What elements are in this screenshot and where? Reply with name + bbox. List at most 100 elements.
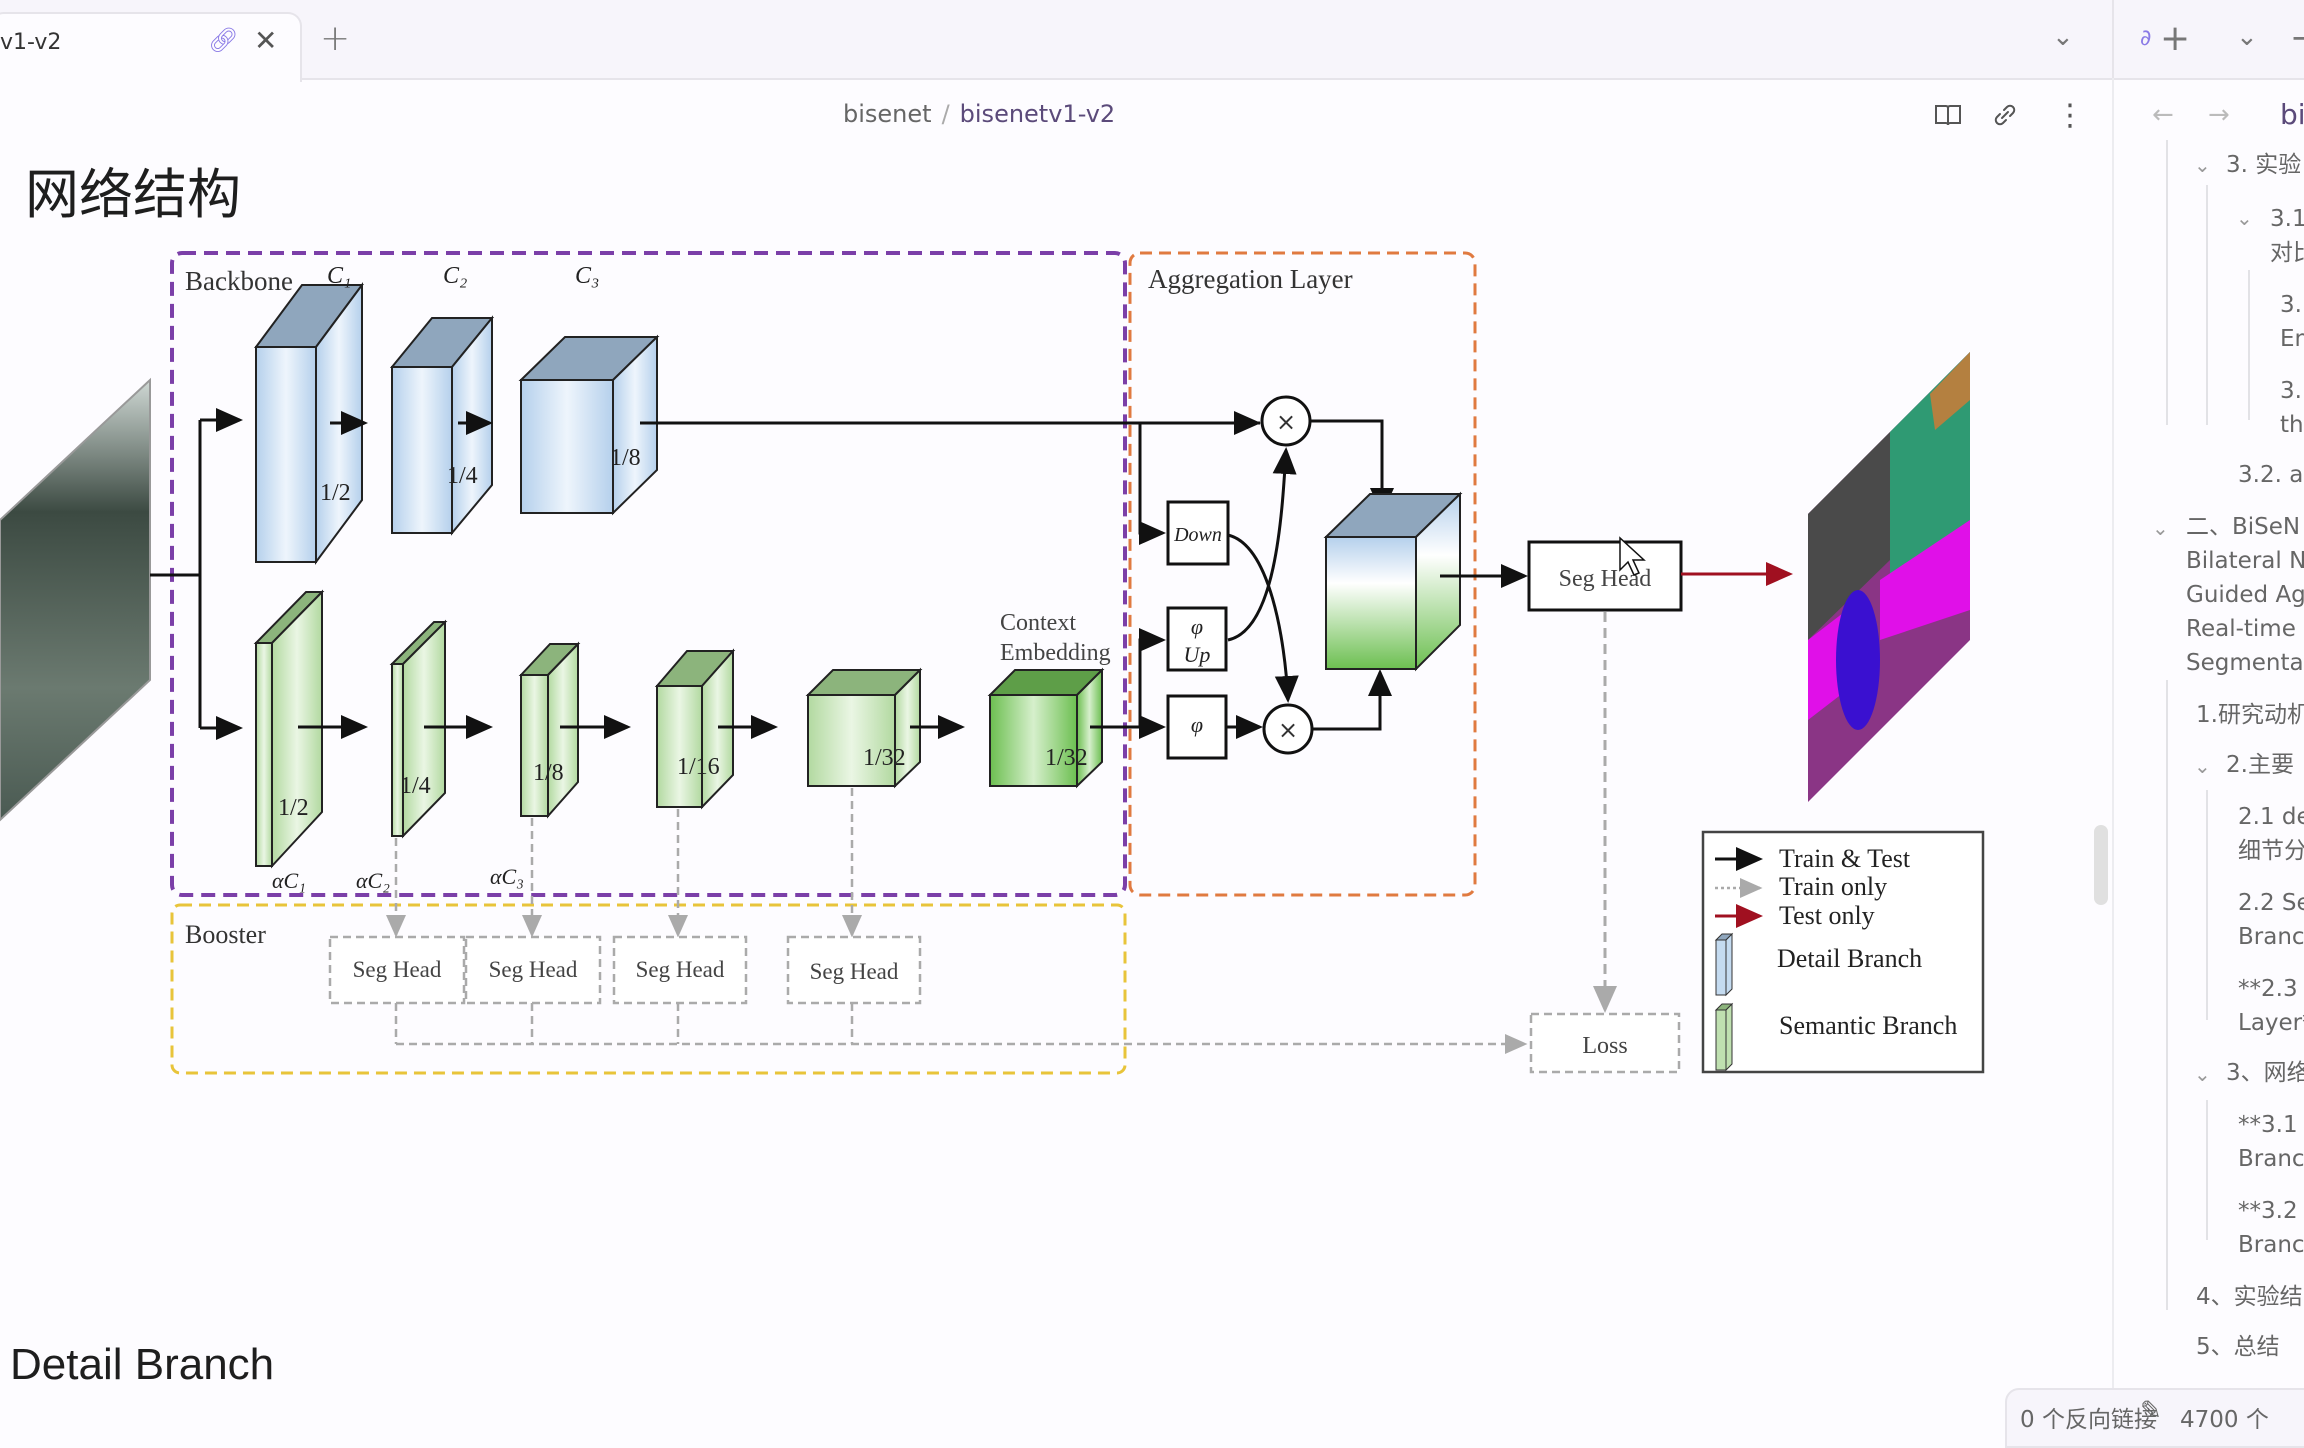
back-arrow-icon[interactable]: ← [2152,100,2174,130]
phi-up-label-2: Up [1184,642,1211,667]
outline-item[interactable]: 3.1 [2280,288,2304,322]
legend-train-only: Train only [1779,872,1887,901]
diagram-shape [391,663,404,837]
tab-title[interactable]: v1-v2 [0,30,61,55]
loss-label: Loss [1582,1033,1627,1059]
outline-item[interactable]: Branc [2238,1142,2304,1176]
multiply-symbol-top: × [1276,408,1296,436]
legend-semantic-branch: Semantic Branch [1779,1011,1957,1040]
outline-item[interactable]: 1.研究动机 [2196,698,2304,732]
outline-item[interactable]: 对比 [2270,236,2304,270]
chevron-down-icon[interactable]: ⌄ [2194,1062,2211,1086]
semantic-channel-2: αC₂ [356,868,390,893]
outline-item[interactable]: 4、实验结 [2196,1280,2303,1314]
outline-item[interactable]: 2.1 de [2238,800,2304,834]
outline-item[interactable]: **3.1 D [2238,1108,2304,1142]
outline-item[interactable]: Real-time [2186,612,2296,646]
chevron-down-icon[interactable]: ⌄ [2236,206,2253,230]
outline-item[interactable]: 3.2. ab [2238,458,2304,492]
outline-guide [2206,790,2208,1020]
backbone-label: Backbone [185,266,293,296]
heading-network-structure: 网络结构 [25,163,241,226]
outline-item[interactable]: **2.3 A [2238,972,2304,1006]
outline-item[interactable]: Segmentat [2186,646,2304,680]
outline-item[interactable]: 细节分 [2238,834,2304,868]
outline-item[interactable]: **3.2 S [2238,1194,2304,1228]
outline-item[interactable]: 5、总结 [2196,1330,2280,1364]
semantic-scale-4: 1/16 [677,754,720,780]
legend-semantic-branch-icon [1714,1002,1734,1072]
diagram-shape [255,642,273,867]
outline-item[interactable]: 3、网络 [2226,1056,2304,1090]
outline-item[interactable]: 3.1 [2280,374,2304,408]
aggregated-feature-block [1323,491,1463,672]
down-label: Down [1173,524,1222,546]
chevron-down-icon[interactable]: ⌄ [2052,22,2074,52]
right-new-tab-button[interactable]: + [2160,18,2190,59]
pencil-icon[interactable]: ✎ [2140,1396,2162,1426]
chevron-down-icon[interactable]: ⌄ [2236,22,2258,52]
chevron-down-icon[interactable]: ⌄ [2152,516,2169,540]
input-image [0,377,151,822]
booster-seg-head-4-label: Seg Head [810,959,899,984]
new-tab-button[interactable]: + [320,18,350,59]
bisenet-architecture-diagram: Backbone Aggregation Layer Booster 1/2 C… [0,251,1985,1075]
booster-seg-head-2-label: Seg Head [489,957,578,982]
legend-test-only: Test only [1779,901,1875,930]
breadcrumb-separator: / [941,100,950,128]
diagram-shape [989,694,1078,787]
link-icon[interactable] [1990,100,2020,137]
semantic-scale-1: 1/2 [278,795,309,821]
forward-arrow-icon[interactable]: → [2208,100,2230,130]
outline-item[interactable]: th [2280,408,2304,442]
chevron-down-icon[interactable]: ⌄ [2194,754,2211,778]
booster-label: Booster [185,920,266,949]
outline-item[interactable]: Bilateral N [2186,544,2304,578]
outline-item[interactable]: Guided Ag [2186,578,2304,612]
diagram-shape [1836,590,1880,730]
outline-item[interactable]: Branc [2238,1228,2304,1262]
breadcrumb-current[interactable]: bisenetv1-v2 [960,100,1116,128]
semantic-scale-5: 1/32 [863,745,906,771]
outline-guide [2206,1100,2208,1240]
diagram-shape [520,674,549,817]
detail-scale-1: 1/2 [320,480,351,506]
main-scrollbar[interactable] [2094,825,2108,905]
context-scale: 1/32 [1045,745,1088,771]
pane-divider[interactable] [2112,78,2114,1440]
diagram-shape [520,379,614,514]
outline-item[interactable]: En [2280,322,2304,356]
semantic-block-1 [253,589,325,869]
close-icon[interactable]: ✕ [254,24,277,57]
outline-item[interactable]: 2.主要 [2226,748,2294,782]
link-icon[interactable]: ∂ [2140,26,2151,51]
legend-train-test: Train & Test [1779,844,1911,873]
legend-detail-branch-icon [1714,932,1734,997]
diagram-shape [1725,932,1733,997]
more-vertical-icon[interactable]: ⋮ [2055,98,2085,133]
phi-up-label-1: φ [1191,614,1203,639]
connector-arrow [1312,669,1392,731]
connector-arrow [1138,628,1166,727]
detail-block-3 [518,334,660,516]
outline-item[interactable]: 3.1 [2270,202,2304,236]
chevron-down-icon[interactable]: ⌄ [2194,153,2211,177]
book-open-icon[interactable] [1933,100,1963,137]
backlinks-count[interactable]: 0 个反向链接 [2020,1400,2157,1434]
outline-item[interactable]: 二、BiSeN [2186,510,2300,544]
outline-item[interactable]: 2.2 Se [2238,886,2304,920]
outline-guide [2206,185,2208,425]
legend-detail-branch: Detail Branch [1777,944,1922,973]
outline-item[interactable]: 3. 实验 [2226,148,2301,182]
diagram-shape [1715,939,1727,996]
outline-item[interactable]: Layer* [2238,1006,2304,1040]
booster-seg-head-1-label: Seg Head [353,957,442,982]
minimize-icon[interactable]: − [2290,18,2304,58]
outline-guide [2166,680,2168,1310]
diagram-shape [547,641,579,819]
link-icon[interactable]: 🔗︎ [208,26,238,54]
diagram-shape [807,694,896,787]
connector-arrow [1138,423,1166,545]
outline-item[interactable]: Branc [2238,920,2304,954]
breadcrumb-parent[interactable]: bisenet [843,100,932,128]
